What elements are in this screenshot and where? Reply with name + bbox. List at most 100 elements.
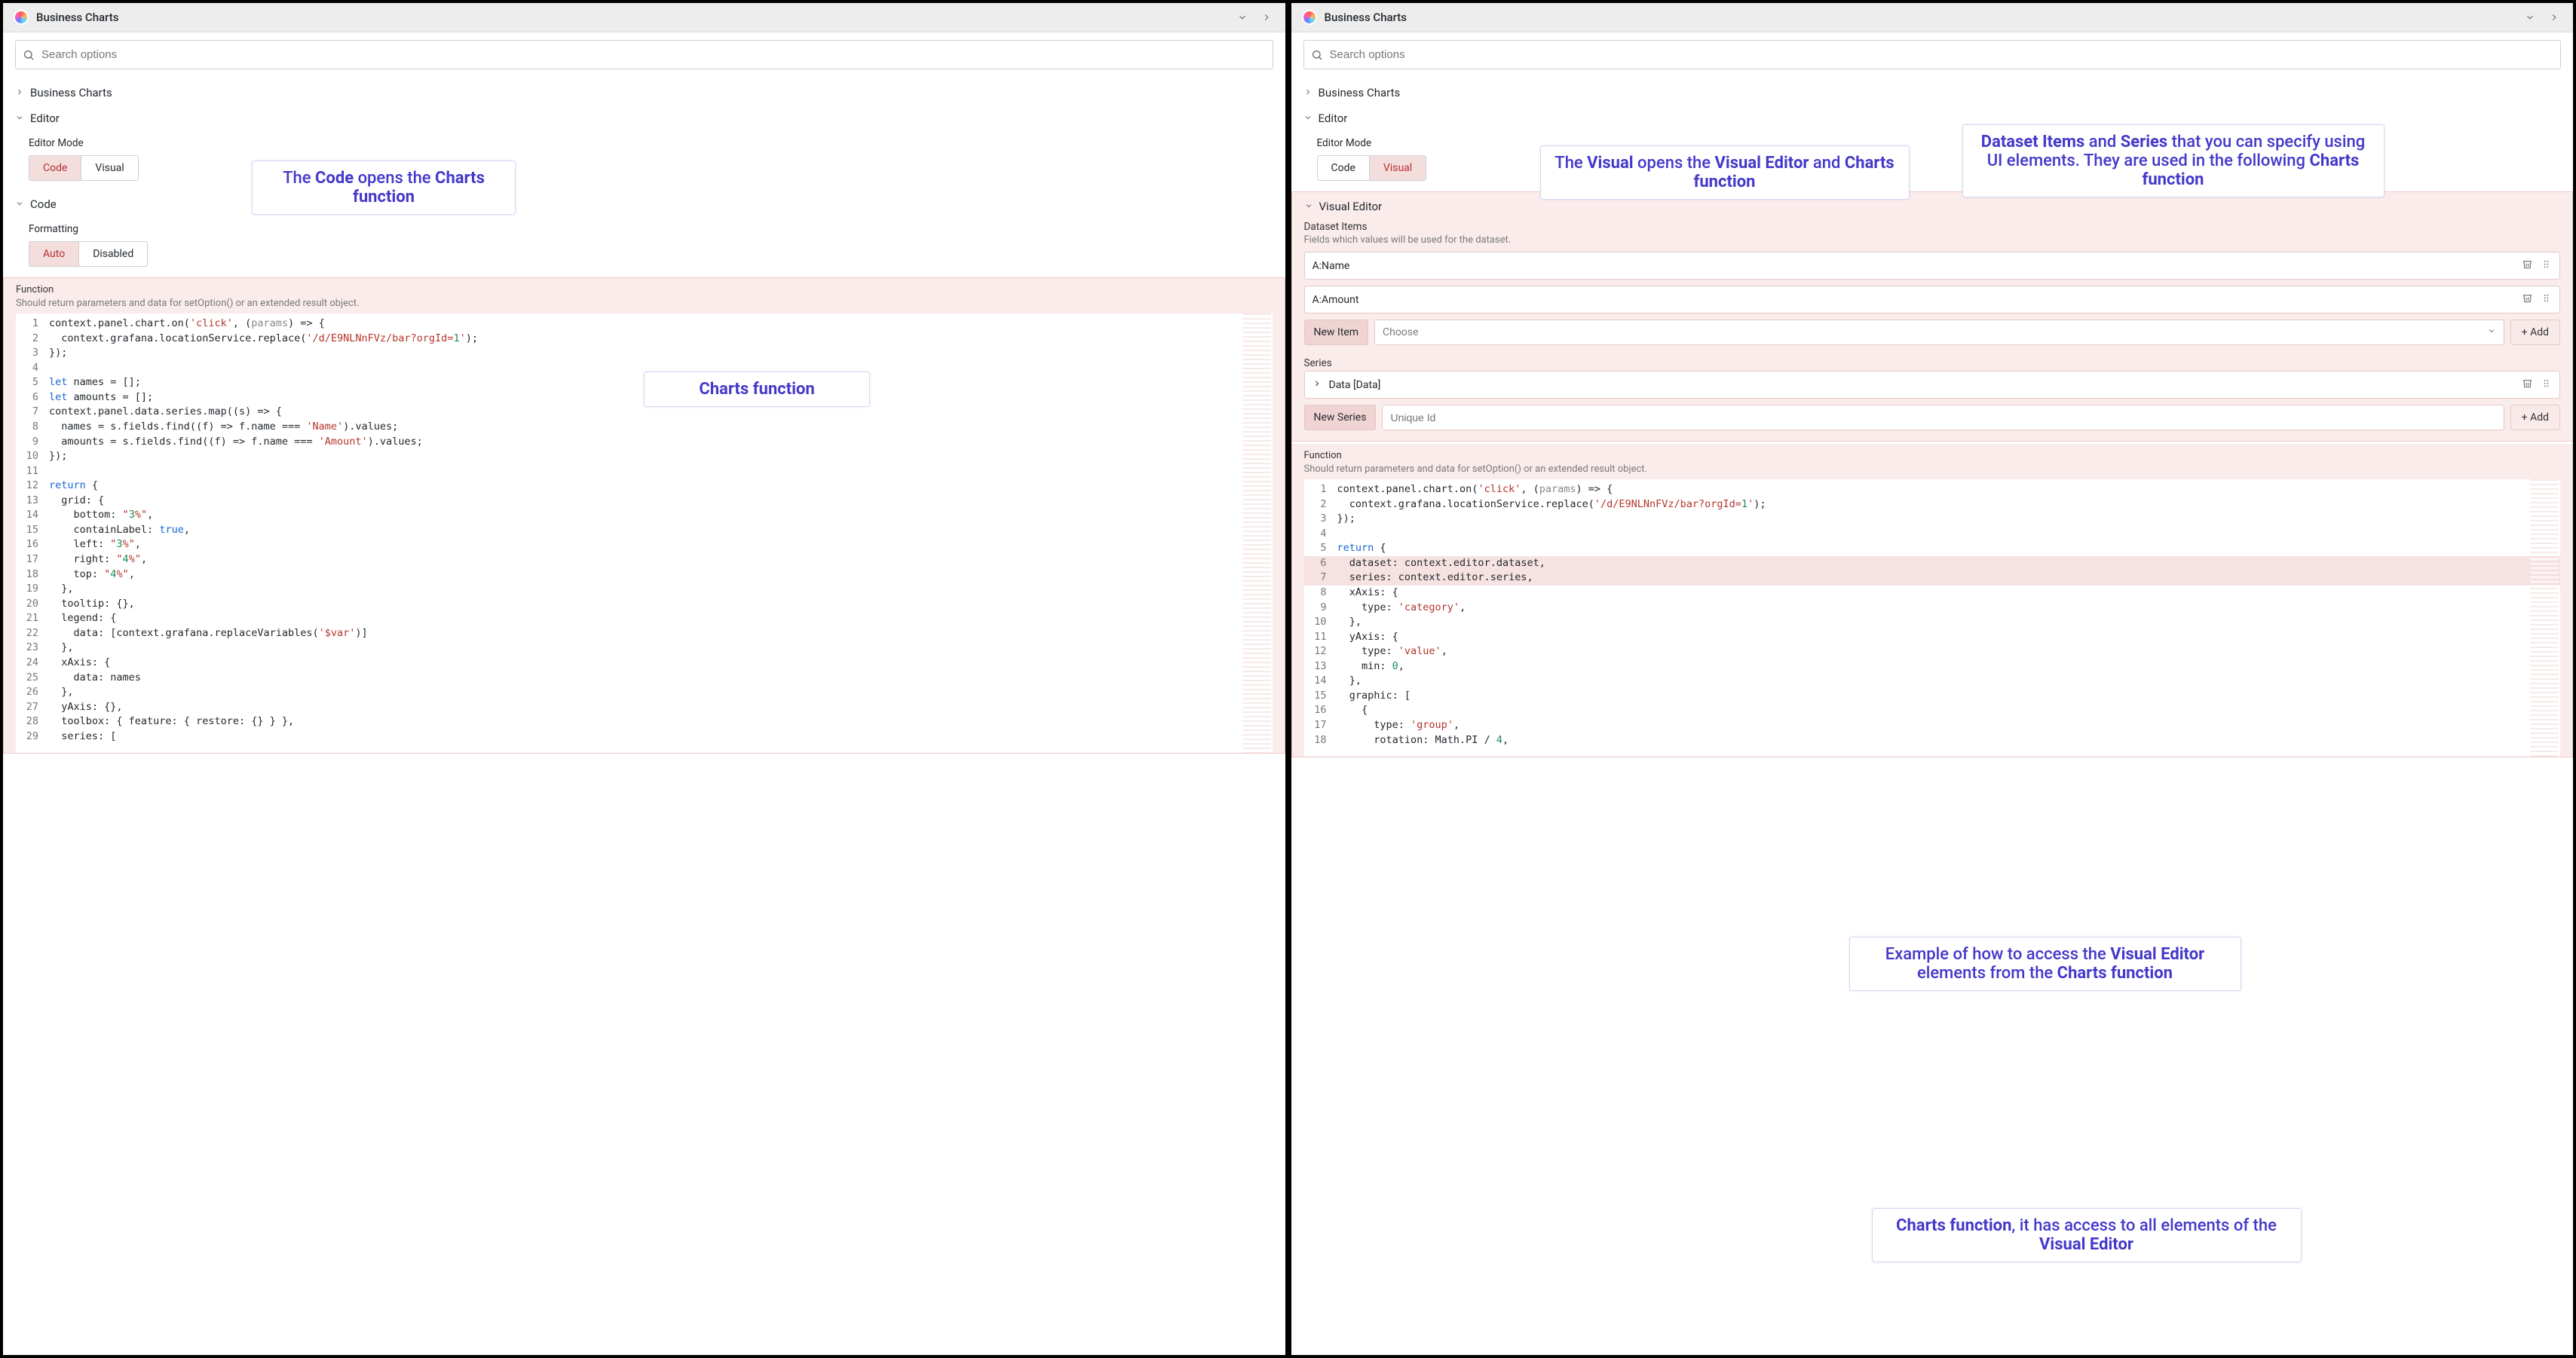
- collapse-button[interactable]: [1234, 9, 1251, 26]
- callout-visual-opens: The Visual opens the Visual Editor and C…: [1540, 145, 1910, 200]
- editor-mode-code[interactable]: Code: [29, 156, 81, 180]
- chevron-down-icon: [15, 112, 24, 125]
- chevron-down-icon: [1304, 200, 1313, 213]
- code-line[interactable]: 17 type: 'group',: [1304, 718, 2561, 733]
- minimap[interactable]: [2530, 479, 2559, 757]
- code-line[interactable]: 8 names = s.fields.find((f) => f.name ==…: [16, 420, 1273, 435]
- code-line[interactable]: 13 grid: {: [16, 494, 1273, 509]
- panel-title: Business Charts: [1325, 11, 2515, 24]
- code-line[interactable]: 3});: [16, 346, 1273, 361]
- code-line[interactable]: 14 bottom: "3%",: [16, 508, 1273, 523]
- formatting-auto[interactable]: Auto: [29, 242, 79, 266]
- code-line[interactable]: 27 yAxis: {},: [16, 700, 1273, 715]
- function-title: Function: [1304, 450, 2561, 461]
- new-item-label: New Item: [1304, 320, 1369, 345]
- code-line[interactable]: 28 toolbox: { feature: { restore: {} } }…: [16, 714, 1273, 729]
- series-row[interactable]: Data [Data]: [1304, 371, 2561, 399]
- code-line[interactable]: 1context.panel.chart.on('click', (params…: [16, 317, 1273, 332]
- section-label: Business Charts: [30, 86, 112, 99]
- add-series-button[interactable]: + Add: [2510, 405, 2560, 430]
- code-line[interactable]: 2 context.grafana.locationService.replac…: [16, 332, 1273, 347]
- code-line[interactable]: 10});: [16, 449, 1273, 464]
- code-line[interactable]: 6 dataset: context.editor.dataset,: [1304, 556, 2561, 571]
- code-line[interactable]: 29 series: [: [16, 729, 1273, 745]
- editor-mode-visual[interactable]: Visual: [1370, 156, 1426, 180]
- code-line[interactable]: 1context.panel.chart.on('click', (params…: [1304, 482, 2561, 497]
- code-line[interactable]: 18 rotation: Math.PI / 4,: [1304, 733, 2561, 748]
- code-line[interactable]: 23 },: [16, 641, 1273, 656]
- drag-handle-icon[interactable]: [2541, 292, 2552, 307]
- code-line[interactable]: 5return {: [1304, 541, 2561, 556]
- function-desc: Should return parameters and data for se…: [16, 298, 1273, 309]
- trash-icon[interactable]: [2522, 378, 2533, 392]
- code-line[interactable]: 10 },: [1304, 615, 2561, 630]
- series-label: Series: [1304, 357, 2561, 369]
- code-line[interactable]: 12return {: [16, 479, 1273, 494]
- function-box: Function Should return parameters and da…: [1291, 442, 2574, 757]
- options-scroll[interactable]: Business Charts Editor Editor Mode Code …: [1291, 32, 2574, 1355]
- code-line[interactable]: 2 context.grafana.locationService.replac…: [1304, 497, 2561, 512]
- editor-mode-visual[interactable]: Visual: [81, 156, 137, 180]
- code-line[interactable]: 9 type: 'category',: [1304, 601, 2561, 616]
- editor-mode-toggle: Code Visual: [29, 155, 139, 181]
- new-series-label: New Series: [1304, 405, 1377, 430]
- code-line[interactable]: 22 data: [context.grafana.replaceVariabl…: [16, 626, 1273, 641]
- code-line[interactable]: 8 xAxis: {: [1304, 586, 2561, 601]
- section-code[interactable]: Code: [15, 191, 1273, 217]
- code-line[interactable]: 3});: [1304, 512, 2561, 527]
- right-pane: Business Charts Business Charts Editor: [1290, 2, 2575, 1356]
- code-line[interactable]: 11: [16, 464, 1273, 479]
- unique-id-input[interactable]: [1382, 405, 2504, 430]
- code-line[interactable]: 15 containLabel: true,: [16, 523, 1273, 538]
- editor-mode-code[interactable]: Code: [1318, 156, 1370, 180]
- dataset-items-desc: Fields which values will be used for the…: [1304, 234, 2561, 246]
- search-input[interactable]: [15, 40, 1273, 69]
- code-line[interactable]: 7 series: context.editor.series,: [1304, 570, 2561, 586]
- dataset-items-label: Dataset Items: [1304, 221, 2561, 233]
- options-scroll[interactable]: Business Charts Editor Editor Mode Code …: [3, 32, 1285, 1355]
- code-line[interactable]: 9 amounts = s.fields.find((f) => f.name …: [16, 435, 1273, 450]
- code-line[interactable]: 17 right: "4%",: [16, 552, 1273, 567]
- section-editor[interactable]: Editor: [15, 106, 1273, 131]
- search-input[interactable]: [1303, 40, 2562, 69]
- callout-access-visual: Example of how to access the Visual Edit…: [1849, 937, 2241, 991]
- editor-mode-toggle: Code Visual: [1317, 155, 1427, 181]
- dataset-item-row[interactable]: A:Amount: [1304, 286, 2561, 314]
- drag-handle-icon[interactable]: [2541, 258, 2552, 273]
- code-line[interactable]: 25 data: names: [16, 671, 1273, 686]
- dataset-item-row[interactable]: A:Name: [1304, 252, 2561, 280]
- section-label: Visual Editor: [1319, 200, 1383, 213]
- code-line[interactable]: 18 top: "4%",: [16, 567, 1273, 583]
- chevron-right-icon: [1313, 379, 1322, 391]
- code-line[interactable]: 16 {: [1304, 703, 2561, 718]
- next-button[interactable]: [2546, 9, 2562, 26]
- code-line[interactable]: 19 },: [16, 582, 1273, 597]
- code-line[interactable]: 26 },: [16, 685, 1273, 700]
- code-line[interactable]: 21 legend: {: [16, 611, 1273, 626]
- minimap[interactable]: [1242, 314, 1271, 753]
- code-line[interactable]: 13 min: 0,: [1304, 659, 2561, 674]
- code-line[interactable]: 15 graphic: [: [1304, 689, 2561, 704]
- collapse-button[interactable]: [2522, 9, 2538, 26]
- section-visual-editor[interactable]: Visual Editor: [1304, 200, 2561, 221]
- code-line[interactable]: 4: [1304, 527, 2561, 542]
- code-line[interactable]: 7context.panel.data.series.map((s) => {: [16, 405, 1273, 420]
- new-item-select[interactable]: Choose: [1374, 320, 2504, 345]
- left-pane: Business Charts Business Charts Editor: [2, 2, 1287, 1356]
- section-business-charts[interactable]: Business Charts: [1303, 80, 2562, 106]
- code-editor[interactable]: 1context.panel.chart.on('click', (params…: [1304, 479, 2561, 757]
- trash-icon[interactable]: [2522, 258, 2533, 273]
- code-line[interactable]: 12 type: 'value',: [1304, 644, 2561, 659]
- next-button[interactable]: [1258, 9, 1275, 26]
- code-line[interactable]: 11 yAxis: {: [1304, 630, 2561, 645]
- add-item-button[interactable]: + Add: [2510, 320, 2560, 345]
- code-line[interactable]: 24 xAxis: {: [16, 656, 1273, 671]
- code-line[interactable]: 16 left: "3%",: [16, 537, 1273, 552]
- code-line[interactable]: 20 tooltip: {},: [16, 597, 1273, 612]
- code-line[interactable]: 14 },: [1304, 674, 2561, 689]
- chevron-down-icon: [2487, 326, 2496, 338]
- section-business-charts[interactable]: Business Charts: [15, 80, 1273, 106]
- trash-icon[interactable]: [2522, 292, 2533, 307]
- drag-handle-icon[interactable]: [2541, 378, 2552, 392]
- formatting-disabled[interactable]: Disabled: [79, 242, 147, 266]
